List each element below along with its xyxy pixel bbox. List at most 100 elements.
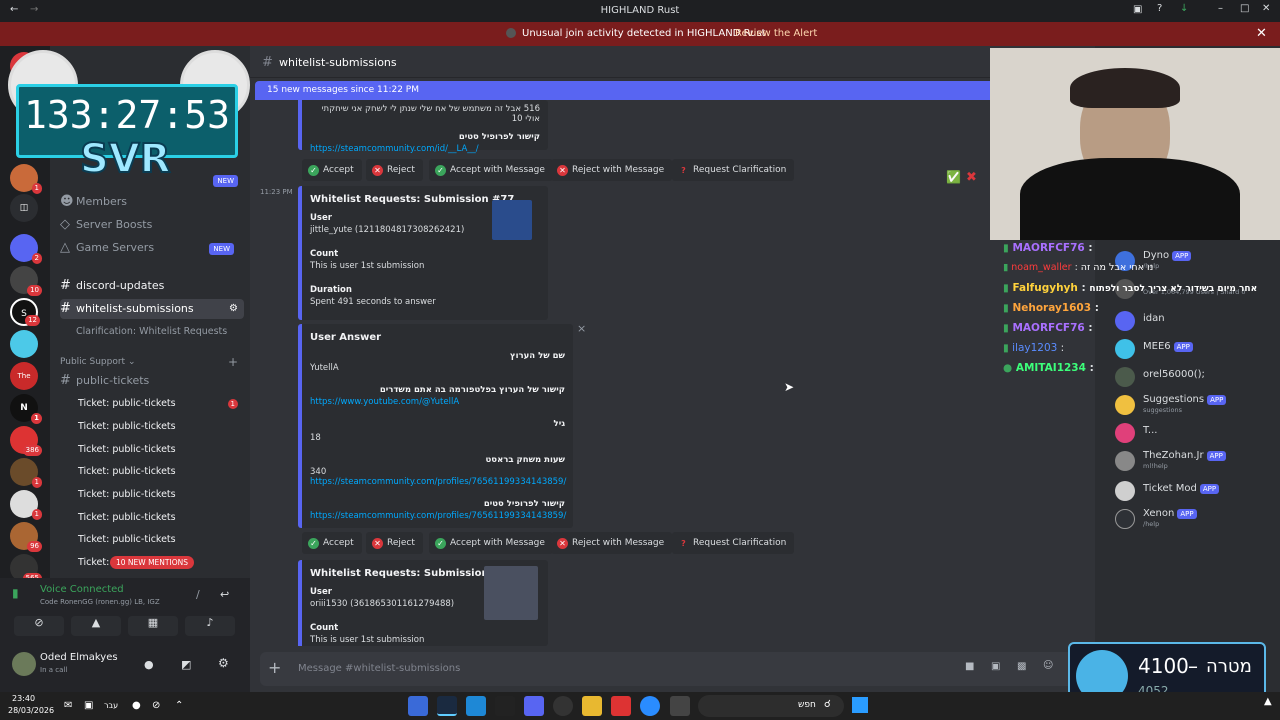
search-input[interactable]: חפש (798, 700, 816, 710)
server-icon-12[interactable]: 96 (10, 522, 42, 552)
app-icon-discord[interactable] (524, 696, 544, 716)
camera-off-button[interactable]: ⊘ (14, 616, 64, 636)
server-icon-10[interactable]: 1 (10, 458, 42, 488)
member-item[interactable]: orel56000(); (1105, 364, 1275, 388)
microphone-icon[interactable]: ● (132, 700, 141, 711)
reject-with-message-button[interactable]: ✕ Reject with Message (551, 159, 673, 181)
settings-icon[interactable]: ⚙ (229, 299, 238, 319)
ticket-thread[interactable]: Ticket: public-tickets (78, 508, 244, 528)
ticket-thread[interactable]: Ticket: public-tickets (78, 440, 244, 460)
members-item[interactable]: ☻ Members (60, 192, 244, 212)
gif-icon[interactable]: ▣ (991, 661, 1000, 672)
inbox-icon[interactable]: ▣ (1133, 4, 1142, 15)
notification-icon[interactable]: ✉ (64, 700, 72, 711)
activities-button[interactable]: ▦ (128, 616, 178, 636)
app-icon-app[interactable] (611, 696, 631, 716)
request-clarification-button[interactable]: ? Request Clarification (672, 532, 795, 554)
reject-with-message-button[interactable]: ✕ Reject with Message (551, 532, 673, 554)
app-icon-explorer[interactable] (582, 696, 602, 716)
server-icon-8[interactable]: N1 (10, 394, 42, 424)
steam-link[interactable]: https://steamcommunity.com/id/__LA__/ (310, 144, 540, 154)
emoji-icon[interactable]: ☺ (1043, 660, 1053, 671)
taskbar-search[interactable]: חפש ☌ (698, 695, 844, 717)
close-window-icon[interactable]: ✕ (1262, 3, 1270, 14)
close-alert-icon[interactable]: ✕ (1256, 26, 1267, 41)
accept-button[interactable]: ✓ Accept (302, 159, 362, 181)
answer-link[interactable]: https://steamcommunity.com/profiles/7656… (310, 477, 566, 487)
channel-discord-updates[interactable]: # discord-updates (60, 276, 244, 296)
language-indicator[interactable]: עבר (104, 701, 118, 710)
add-channel-icon[interactable]: + (228, 352, 238, 372)
ticket-thread[interactable]: Ticket: public-tickets (78, 530, 244, 550)
answer-link[interactable]: https://steamcommunity.com/profiles/7656… (310, 511, 566, 521)
review-alert-button[interactable]: Review the Alert (735, 28, 817, 39)
ticket-thread[interactable]: Ticket: public-tickets 1 (78, 394, 244, 414)
server-icon-4[interactable]: 10 (10, 266, 42, 296)
app-icon-window[interactable] (670, 696, 690, 716)
server-icon-2[interactable]: ◫ (10, 194, 38, 222)
app-icon-steam[interactable] (437, 696, 457, 716)
headphones-icon[interactable]: ◩ (181, 658, 191, 671)
app-icon-notes[interactable] (408, 696, 428, 716)
reject-button[interactable]: ✕ Reject (366, 159, 423, 181)
help-icon[interactable]: ? (1157, 3, 1162, 14)
server-icon-6[interactable] (10, 330, 38, 358)
accept-with-message-button[interactable]: ✓ Accept with Message (429, 159, 553, 181)
answer-link[interactable]: https://www.youtube.com/@YutellA (310, 397, 565, 407)
game-servers-item[interactable]: △ Game Servers NEW (60, 238, 244, 258)
avatar[interactable] (12, 652, 36, 676)
message-input[interactable]: Message #whitelist-submissions (298, 663, 460, 674)
forward-icon[interactable]: → (30, 4, 38, 15)
request-clarification-button[interactable]: ? Request Clarification (672, 159, 795, 181)
user-settings-icon[interactable]: ⚙ (218, 656, 229, 670)
new-mentions-pill[interactable]: 10 NEW MENTIONS (110, 556, 194, 569)
reject-button[interactable]: ✕ Reject (366, 532, 423, 554)
soundboard-button[interactable]: ♪ (185, 616, 235, 636)
member-item[interactable]: idan (1105, 308, 1275, 332)
accept-button[interactable]: ✓ Accept (302, 532, 362, 554)
app-icon-media[interactable] (553, 696, 573, 716)
close-embed-icon[interactable]: × (577, 322, 586, 335)
message-composer[interactable]: + Message #whitelist-submissions ■ ▣ ▩ ☺ (260, 652, 1085, 686)
thread-clarification[interactable]: Clarification: Whitelist Requests (76, 322, 260, 342)
disconnect-icon[interactable]: ↩ (220, 588, 229, 601)
add-attachment-icon[interactable]: + (268, 658, 281, 677)
gift-icon[interactable]: ■ (965, 661, 974, 672)
member-item[interactable]: MEE6 APP (1105, 336, 1275, 360)
server-icon-7[interactable]: The (10, 362, 38, 390)
ticket-thread[interactable]: Ticket: public-tickets (78, 462, 244, 482)
voice-server[interactable]: Code RonenGG (ronen.gg) LB, IGZ (40, 598, 160, 606)
chevron-up-icon[interactable]: ⌃ (175, 700, 183, 711)
server-icon-9[interactable]: 386 (10, 426, 42, 456)
member-item[interactable]: TheZohan.Jr APP ml!help (1105, 448, 1275, 472)
windows-start-icon[interactable] (852, 697, 868, 713)
member-item[interactable]: Ticket Mod APP (1105, 478, 1275, 502)
app-icon-telegram[interactable] (466, 696, 486, 716)
server-icon-3[interactable]: 2 (10, 234, 42, 264)
category-public-support[interactable]: Public Support ⌄ + (60, 352, 244, 372)
back-icon[interactable]: ← (10, 4, 18, 15)
member-item[interactable]: Suggestions APP suggestions (1105, 392, 1275, 416)
mute-icon[interactable]: ⊘ (152, 700, 160, 711)
action-center-icon[interactable]: ▲ (1264, 696, 1272, 707)
ticket-thread[interactable]: Ticket: public-tickets (78, 485, 244, 505)
microphone-icon[interactable]: ● (144, 658, 154, 671)
channel-whitelist-submissions[interactable]: # whitelist-submissions ⚙ (60, 299, 244, 319)
accept-with-message-button[interactable]: ✓ Accept with Message (429, 532, 553, 554)
download-icon[interactable]: ↓ (1180, 3, 1188, 14)
maximize-icon[interactable]: □ (1240, 3, 1249, 14)
ticket-thread[interactable]: Ticket: public-tickets (78, 417, 244, 437)
app-icon-xbox[interactable] (495, 696, 515, 716)
channel-public-tickets[interactable]: # public-tickets (60, 371, 244, 391)
minimize-icon[interactable]: – (1218, 3, 1223, 14)
app-icon-chrome[interactable] (640, 696, 660, 716)
screen-share-button[interactable]: ▲ (71, 616, 121, 636)
server-icon-11[interactable]: 1 (10, 490, 42, 520)
noise-icon[interactable]: ∕ (196, 588, 200, 601)
server-boosts-item[interactable]: ◇ Server Boosts (60, 215, 244, 235)
sticker-icon[interactable]: ▩ (1017, 661, 1026, 672)
server-icon-5[interactable]: S 12 (10, 298, 40, 326)
member-item[interactable]: T... (1105, 420, 1275, 444)
display-icon[interactable]: ▣ (84, 700, 93, 711)
new-messages-bar[interactable]: 15 new messages since 11:22 PM (255, 81, 995, 100)
